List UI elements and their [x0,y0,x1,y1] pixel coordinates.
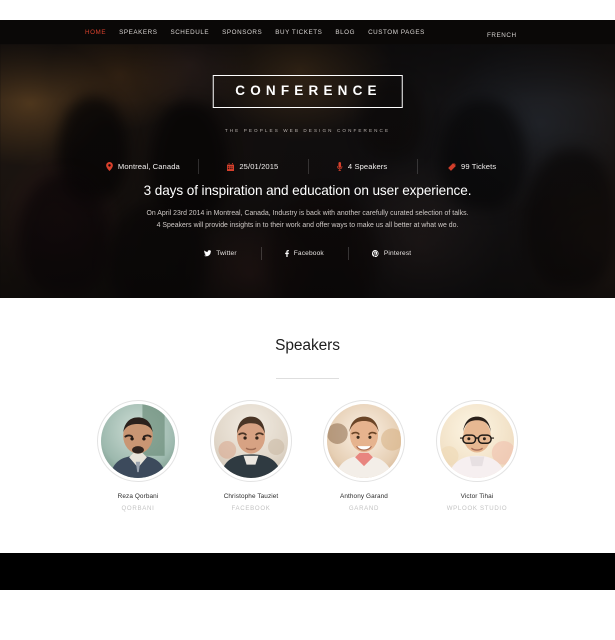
speaker-card[interactable]: Anthony Garand GARAND [323,399,405,512]
page-bottom-margin [0,589,615,640]
avatar [214,403,288,478]
avatar [440,403,514,478]
speaker-photo [214,403,288,478]
speaker-role: WPLOOK STUDIO [446,504,508,512]
speakers-section-title: Speakers [275,336,340,354]
conference-logo: CONFERENCE [212,75,403,108]
info-tickets: 99 Tickets [417,158,527,175]
hero-description-line-1: On April 23rd 2014 in Montreal, Canada, … [146,210,469,217]
speaker-name: Christophe Tauziet [223,492,279,500]
social-link-twitter-label: Twitter [216,250,237,257]
avatar [327,403,401,478]
hero-description-line-2: 4 Speakers will provide insights in to t… [156,222,459,230]
avatar-ring [97,399,179,482]
speaker-photo [440,403,514,478]
speaker-role: QORBANI [121,504,155,512]
nav-item-schedule[interactable]: SCHEDULE [170,29,209,36]
avatar [101,403,175,478]
info-date: 25/01/2015 [197,158,308,175]
facebook-icon [284,249,289,258]
hero-section: CONFERENCE THE PEOPLES WEB DESIGN CONFER… [0,44,615,298]
nav-item-home[interactable]: HOME [85,29,106,36]
speaker-card[interactable]: Reza Qorbani QORBANI [97,399,179,512]
map-pin-icon [106,162,113,171]
conference-logo-text: CONFERENCE [235,83,382,98]
avatar-ring [210,399,292,482]
speaker-role: GARAND [348,504,380,512]
social-link-pinterest-label: Pinterest [383,250,412,257]
event-info-bar: Montreal, Canada 25/01/2015 4 Speakers 9… [88,158,527,175]
twitter-icon [203,250,212,257]
nav-item-sponsors[interactable]: SPONSORS [222,29,262,36]
hero-content: CONFERENCE THE PEOPLES WEB DESIGN CONFER… [0,44,615,298]
pinterest-icon [371,250,379,257]
nav-item-speakers[interactable]: SPEAKERS [119,29,157,36]
speaker-photo [101,403,175,478]
speaker-photo [327,403,401,478]
speaker-name: Anthony Garand [340,492,388,500]
info-speakers-label: 4 Speakers [347,162,388,171]
page-top-margin [0,0,615,20]
hero-tagline: THE PEOPLES WEB DESIGN CONFERENCE [224,128,391,133]
social-link-pinterest[interactable]: Pinterest [347,247,435,260]
info-location-label: Montreal, Canada [117,162,180,171]
avatar-ring [323,399,405,482]
speakers-section: Speakers Reza Qorbani QORBANI Christophe… [0,310,615,553]
info-date-label: 25/01/2015 [239,162,279,171]
social-link-facebook[interactable]: Facebook [260,247,348,260]
info-speakers: 4 Speakers [307,158,418,175]
nav-item-buy-tickets[interactable]: BUY TICKETS [275,29,322,36]
section-divider [276,377,339,379]
calendar-icon [226,162,235,171]
microphone-icon [337,162,343,171]
hero-headline: 3 days of inspiration and education on u… [143,183,472,198]
speakers-grid: Reza Qorbani QORBANI Christophe Tauziet … [0,399,615,512]
speaker-card[interactable]: Victor Tihai WPLOOK STUDIO [436,399,518,512]
tickets-icon [448,162,457,171]
nav-item-custom-pages[interactable]: CUSTOM PAGES [368,29,425,36]
info-location: Montreal, Canada [88,158,198,175]
nav-links: HOME SPEAKERS SCHEDULE SPONSORS BUY TICK… [85,29,425,36]
hero-description: On April 23rd 2014 in Montreal, Canada, … [0,208,615,232]
speaker-name: Reza Qorbani [117,492,159,500]
speaker-role: FACEBOOK [231,504,271,512]
speaker-name: Victor Tihai [460,492,494,500]
social-link-facebook-label: Facebook [293,250,324,257]
speaker-card[interactable]: Christophe Tauziet FACEBOOK [210,399,292,512]
main-navigation: HOME SPEAKERS SCHEDULE SPONSORS BUY TICK… [0,20,615,44]
footer-band [0,552,615,590]
nav-language-switch[interactable]: FRENCH [487,32,517,39]
social-link-twitter[interactable]: Twitter [180,247,261,260]
avatar-ring [436,399,518,482]
info-tickets-label: 99 Tickets [461,162,497,171]
nav-item-blog[interactable]: BLOG [335,29,355,36]
social-links: Twitter Facebook Pinterest [0,247,615,260]
